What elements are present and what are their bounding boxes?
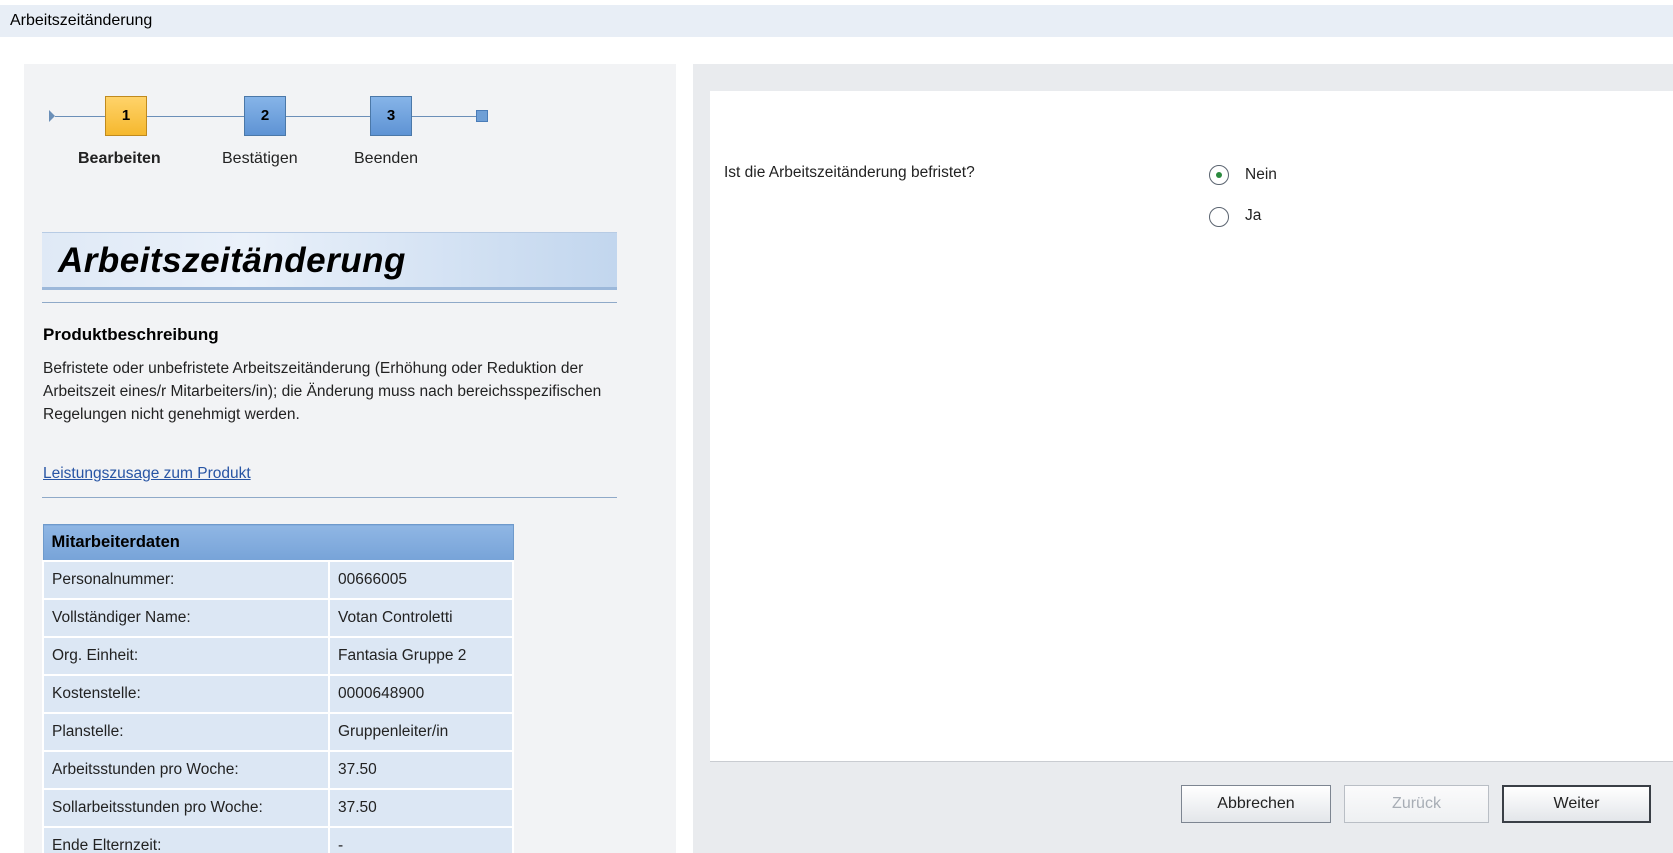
form-panel — [693, 64, 1673, 853]
roadmap-connector — [286, 116, 370, 117]
row-label: Planstelle: — [42, 711, 330, 752]
roadmap-end-marker-icon — [476, 110, 488, 122]
radio-nein-label[interactable]: Nein — [1245, 166, 1277, 184]
roadmap-step-3-label: Beenden — [354, 150, 419, 167]
back-button[interactable]: Zurück — [1344, 785, 1489, 823]
radio-ja-label[interactable]: Ja — [1245, 207, 1261, 225]
row-label: Kostenstelle: — [42, 673, 330, 714]
divider — [42, 302, 617, 303]
product-banner-title: Arbeitszeitänderung — [58, 241, 406, 280]
window-title-bar: Arbeitszeitänderung — [0, 5, 1673, 37]
table-row: Sollarbeitsstunden pro Woche: 37.50 — [42, 787, 514, 828]
roadmap-step-2-label: Bestätigen — [222, 150, 298, 167]
next-button[interactable]: Weiter — [1502, 785, 1651, 823]
row-label: Arbeitsstunden pro Woche: — [42, 749, 330, 790]
cancel-button[interactable]: Abbrechen — [1181, 785, 1331, 823]
row-value: 0000648900 — [328, 673, 514, 714]
footer-divider — [710, 761, 1673, 762]
radio-ja[interactable] — [1209, 207, 1229, 227]
table-row: Kostenstelle: 0000648900 — [42, 673, 514, 714]
fixed-term-question: Ist die Arbeitszeitänderung befristet? — [724, 164, 975, 181]
radio-nein[interactable] — [1209, 165, 1229, 185]
row-label: Sollarbeitsstunden pro Woche: — [42, 787, 330, 828]
row-label: Ende Elternzeit: — [42, 825, 330, 853]
product-banner: Arbeitszeitänderung — [42, 232, 617, 290]
table-row: Personalnummer: 00666005 — [42, 559, 514, 600]
divider — [42, 497, 617, 498]
table-row: Arbeitsstunden pro Woche: 37.50 — [42, 749, 514, 790]
table-row: Vollständiger Name: Votan Controletti — [42, 597, 514, 638]
roadmap-step-1-label: Bearbeiten — [78, 150, 161, 167]
row-value: Gruppenleiter/in — [328, 711, 514, 752]
row-value: 00666005 — [328, 559, 514, 600]
service-commitment-link[interactable]: Leistungszusage zum Produkt — [43, 465, 251, 483]
form-content-area — [710, 91, 1673, 761]
roadmap-connector — [147, 116, 244, 117]
roadmap-connector — [55, 116, 105, 117]
table-row: Planstelle: Gruppenleiter/in — [42, 711, 514, 752]
roadmap-connector — [412, 116, 476, 117]
roadmap-step-2[interactable]: 2 — [244, 96, 286, 136]
row-value: 37.50 — [328, 749, 514, 790]
row-value: - — [328, 825, 514, 853]
row-value: 37.50 — [328, 787, 514, 828]
row-label: Personalnummer: — [42, 559, 330, 600]
window-title: Arbeitszeitänderung — [10, 12, 153, 29]
table-row: Org. Einheit: Fantasia Gruppe 2 — [42, 635, 514, 676]
row-value: Votan Controletti — [328, 597, 514, 638]
product-description-text: Befristete oder unbefristete Arbeitszeit… — [43, 360, 602, 423]
roadmap-step-3[interactable]: 3 — [370, 96, 412, 136]
row-label: Vollständiger Name: — [42, 597, 330, 638]
row-label: Org. Einheit: — [42, 635, 330, 676]
row-value: Fantasia Gruppe 2 — [328, 635, 514, 676]
employee-data-table: Mitarbeiterdaten Personalnummer: 00666005… — [42, 524, 514, 853]
product-description-heading: Produktbeschreibung — [43, 325, 219, 344]
table-row: Ende Elternzeit: - — [42, 825, 514, 853]
employee-data-header: Mitarbeiterdaten — [42, 524, 514, 561]
roadmap-step-1[interactable]: 1 — [105, 96, 147, 136]
